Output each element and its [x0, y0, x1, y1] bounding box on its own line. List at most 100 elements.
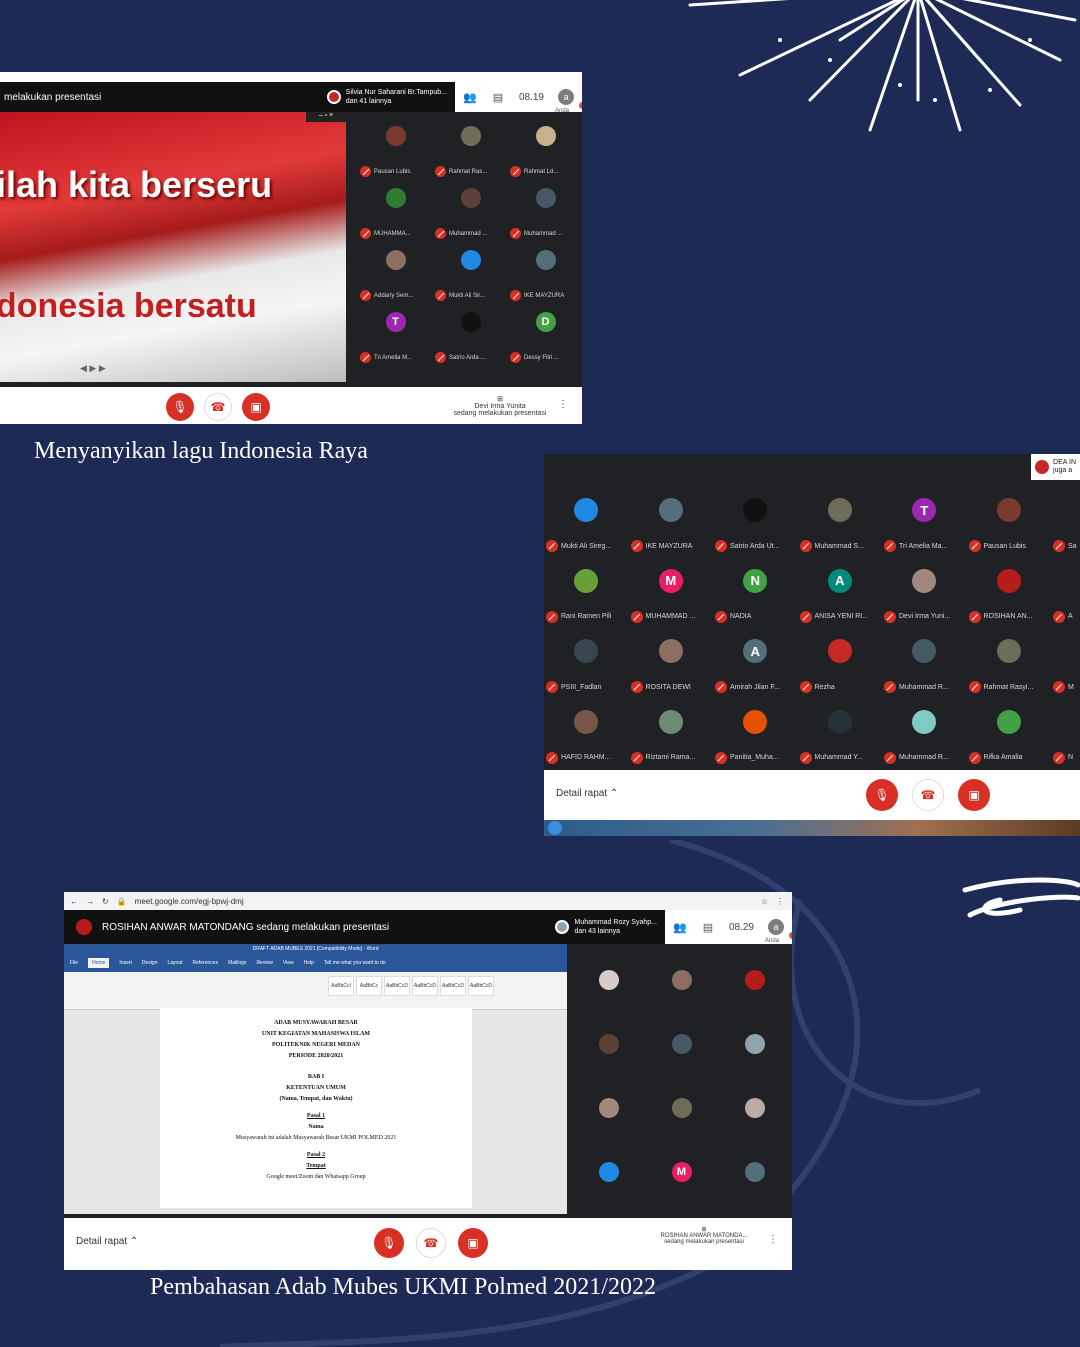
participant-tile[interactable]: T Tri Amelia Ma... — [882, 492, 967, 563]
bookmark-star-icon[interactable]: ☆ — [761, 897, 768, 906]
hang-up-button[interactable]: ☎ — [912, 779, 944, 811]
ribbon-tab[interactable]: Help — [304, 960, 314, 966]
participant-tile[interactable]: Satrio Arda Ut... — [713, 492, 798, 563]
participant-tile[interactable]: M MUHAMMAD ... — [629, 563, 714, 634]
camera-off-button[interactable]: ▣ — [458, 1228, 488, 1258]
back-icon[interactable]: ← — [70, 897, 78, 906]
meeting-details-button[interactable]: Detail rapat ⌃ — [76, 1236, 138, 1247]
style-preset[interactable]: AaBbCcD — [468, 976, 494, 996]
participant-tile[interactable] — [645, 950, 718, 1014]
presenting-footer[interactable]: ⊞ Devi Irma Yunita sedang melakukan pres… — [450, 395, 550, 417]
mic-off-button[interactable]: 🎙 — [866, 779, 898, 811]
meeting-details-button[interactable]: Detail rapat ⌃ — [556, 788, 618, 799]
participant-tile[interactable]: M — [645, 1142, 718, 1206]
menu-icon[interactable]: ⋮ — [776, 897, 792, 906]
reload-icon[interactable]: ↻ — [102, 897, 109, 906]
slide-nav-controls[interactable]: ◀ ▶ ▶ — [80, 363, 106, 374]
participant-tile[interactable]: Panitia_Muha... — [713, 704, 798, 775]
style-preset[interactable]: AaBbCcD — [412, 976, 438, 996]
ribbon-tab[interactable]: Tell me what you want to do — [324, 960, 386, 966]
hang-up-button[interactable]: ☎ — [416, 1228, 446, 1258]
participant-tile[interactable]: Riztami Rama... — [629, 704, 714, 775]
self-avatar[interactable]: a Anda — [765, 919, 792, 944]
participant-tile[interactable]: Muhammad ... — [508, 182, 582, 244]
participant-tile[interactable]: Pausan Lubis — [967, 492, 1052, 563]
ribbon-tab[interactable]: File — [70, 960, 78, 966]
participant-tile[interactable]: Rezha — [798, 633, 883, 704]
participant-tile[interactable]: Rifka Amalia — [967, 704, 1052, 775]
document-page[interactable]: ADAB MUSYAWARAH BESAR UNIT KEGIATAN MAHA… — [160, 1008, 472, 1208]
style-preset[interactable]: AaBbCc — [356, 976, 382, 996]
style-preset[interactable]: AaBbCcD — [440, 976, 466, 996]
self-avatar[interactable]: a Anda — [555, 89, 582, 114]
participant-tile[interactable] — [645, 1078, 718, 1142]
participant-tile[interactable]: A Amirah Jilan F... — [713, 633, 798, 704]
participant-tile[interactable] — [718, 1142, 791, 1206]
window-controls[interactable]: – ▫ × — [306, 112, 346, 122]
participant-tile[interactable]: PSIII_Fadlan — [544, 633, 629, 704]
ribbon-tab[interactable]: Mailings — [228, 960, 246, 966]
participant-tile[interactable]: Mukti Ali Sireg... — [544, 492, 629, 563]
forward-icon[interactable]: → — [86, 897, 94, 906]
start-button-icon[interactable] — [548, 821, 562, 835]
style-preset[interactable]: AaBbCcI — [328, 976, 354, 996]
ribbon-tab[interactable]: References — [193, 960, 219, 966]
participant-tile[interactable]: Muhammad ... — [433, 182, 508, 244]
participant-tile[interactable]: Devi Irma Yuni... — [882, 563, 967, 634]
participant-tile[interactable] — [572, 1014, 645, 1078]
participant-tile[interactable]: ROSIHAN AN... — [967, 563, 1052, 634]
participant-tile[interactable]: D Dessy Fitri ... — [508, 306, 582, 368]
presenter-info[interactable]: DEA IN juga a — [1031, 454, 1080, 480]
people-icon[interactable]: 👥 — [673, 921, 687, 934]
mic-off-button[interactable]: 🎙 — [374, 1228, 404, 1258]
participant-tile[interactable]: ROSITA DEWI — [629, 633, 714, 704]
ribbon-tab[interactable]: Design — [142, 960, 158, 966]
participant-tile[interactable] — [718, 950, 791, 1014]
participant-tile[interactable]: Muhammad R... — [882, 704, 967, 775]
ribbon-tab[interactable]: View — [283, 960, 294, 966]
participant-tile[interactable]: Muhammad R... — [882, 633, 967, 704]
participant-tile[interactable]: M — [1051, 633, 1080, 704]
ribbon-tab[interactable]: Review — [256, 960, 272, 966]
camera-off-button[interactable]: ▣ — [958, 779, 990, 811]
people-icon[interactable]: 👥 — [463, 91, 477, 104]
more-options-icon[interactable]: ⋮ — [768, 1234, 778, 1245]
participant-tile[interactable] — [645, 1014, 718, 1078]
participant-tile[interactable]: Rahmat Rasyi... — [967, 633, 1052, 704]
participant-tile[interactable]: IKE MAYZURA — [629, 492, 714, 563]
hang-up-button[interactable]: ☎ — [204, 393, 232, 421]
participant-tile[interactable]: Rahmat Ras... — [433, 120, 508, 182]
participant-tile[interactable]: IKE MAYZURA — [508, 244, 582, 306]
ribbon-tab[interactable]: Home — [88, 958, 110, 968]
participant-tile[interactable]: Satrio Arda ... — [433, 306, 508, 368]
style-preset[interactable]: AaBbCcD — [384, 976, 410, 996]
participant-tile[interactable]: Rani Ramen Pili — [544, 563, 629, 634]
participant-tile[interactable]: T Tri Amelia M... — [358, 306, 433, 368]
participant-tile[interactable] — [572, 1078, 645, 1142]
participant-tile[interactable] — [572, 1142, 645, 1206]
more-options-icon[interactable]: ⋮ — [558, 399, 568, 410]
presenting-footer[interactable]: ⊞ ROSIHAN ANWAR MATONDA... sedang melaku… — [644, 1226, 764, 1245]
mic-off-button[interactable]: 🎙 — [166, 393, 194, 421]
camera-off-button[interactable]: ▣ — [242, 393, 270, 421]
participant-tile[interactable]: Pausan Lubis — [358, 120, 433, 182]
participant-tile[interactable]: Mukti Ali Sir... — [433, 244, 508, 306]
participant-tile[interactable]: Muhammad S... — [798, 492, 883, 563]
participant-tile[interactable]: A — [1051, 563, 1080, 634]
ribbon-tab[interactable]: Layout — [168, 960, 183, 966]
participant-tile[interactable] — [718, 1014, 791, 1078]
participant-tile[interactable]: N NADIA — [713, 563, 798, 634]
participant-tile[interactable]: Sa — [1051, 492, 1080, 563]
address-bar[interactable]: meet.google.com/egj-bpwj-dmj — [135, 897, 244, 906]
participant-tile[interactable]: N — [1051, 704, 1080, 775]
participant-tile[interactable]: Addariy Sem... — [358, 244, 433, 306]
chat-icon[interactable]: ▤ — [701, 921, 715, 934]
participant-tile[interactable] — [718, 1078, 791, 1142]
participant-tile[interactable]: A ANISA YENI RI... — [798, 563, 883, 634]
participant-tile[interactable] — [572, 950, 645, 1014]
chat-icon[interactable]: ▤ — [491, 91, 505, 104]
participant-tile[interactable]: Muhammad Y... — [798, 704, 883, 775]
participant-tile[interactable]: HAFID RAHM... — [544, 704, 629, 775]
participant-tile[interactable]: MUHAMMA... — [358, 182, 433, 244]
presenter-info[interactable]: Silvia Nur Saharani Br.Tampub... dan 41 l… — [326, 88, 447, 106]
